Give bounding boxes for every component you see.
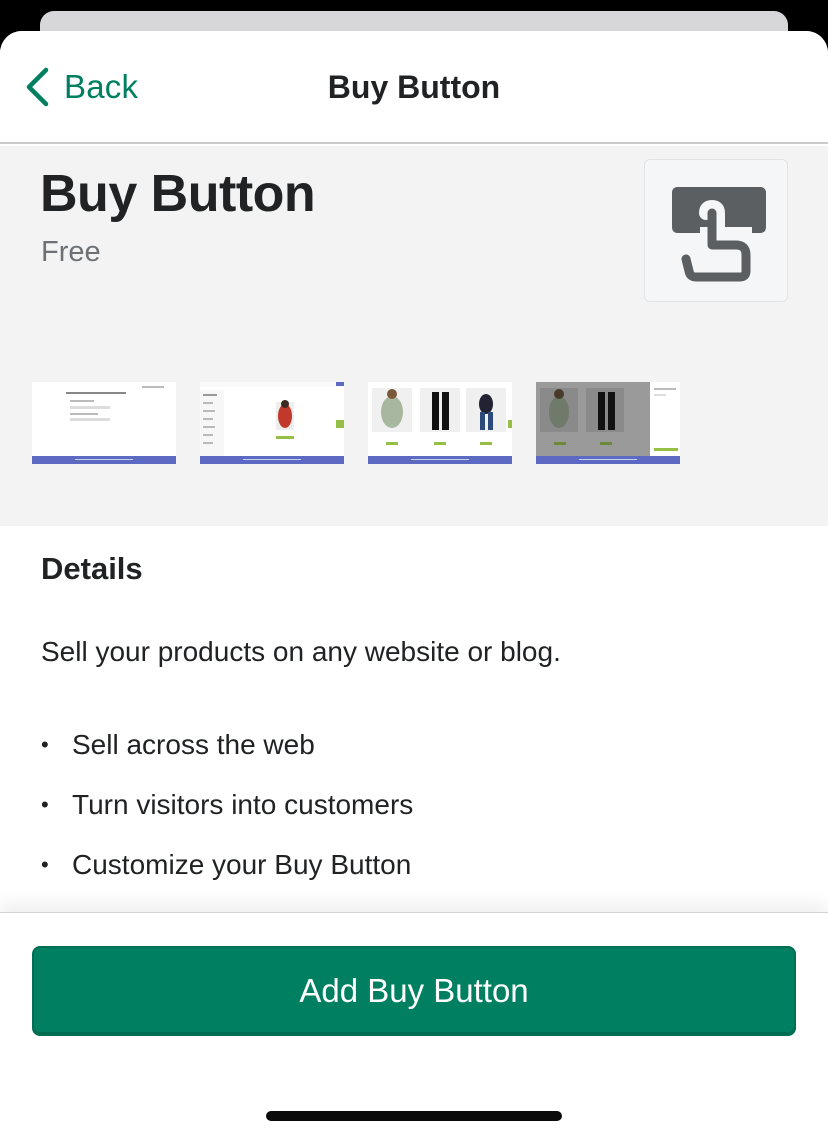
screenshot-caption-bar <box>32 456 176 464</box>
bullet-icon: • <box>41 732 49 757</box>
feature-text: Turn visitors into customers <box>72 789 414 820</box>
screenshot-caption-bar <box>368 456 512 464</box>
screenshot-image <box>536 382 680 464</box>
home-indicator[interactable] <box>266 1111 562 1121</box>
bullet-icon: • <box>41 792 49 817</box>
screenshot-caption-bar <box>536 456 680 464</box>
details-description: Sell your products on any website or blo… <box>41 636 561 667</box>
details-heading: Details <box>41 551 143 586</box>
app-header: Buy Button Free <box>0 146 828 526</box>
feature-text: Customize your Buy Button <box>72 849 412 880</box>
page-title: Buy Button <box>327 69 501 105</box>
feature-list: • Sell across the web • Turn visitors into… <box>41 715 413 895</box>
screenshot-thumbnail[interactable] <box>32 382 176 464</box>
screenshot-thumbnail[interactable] <box>368 382 512 464</box>
app-detail-sheet: Back Buy Button Buy Button Free Details … <box>0 31 828 1138</box>
list-item: • Turn visitors into customers <box>41 775 413 835</box>
screenshot-thumbnail[interactable] <box>200 382 344 464</box>
screenshot-image <box>200 382 344 464</box>
app-name: Buy Button <box>40 165 316 223</box>
app-price: Free <box>41 236 101 268</box>
navigation-bar: Back Buy Button <box>0 31 828 144</box>
list-item: • Sell across the web <box>41 715 413 775</box>
screenshot-image <box>32 382 176 464</box>
screenshot-caption-bar <box>200 456 344 464</box>
app-icon <box>644 159 788 302</box>
tap-finger-icon <box>672 186 766 283</box>
screenshot-image <box>368 382 512 464</box>
bullet-icon: • <box>41 852 49 877</box>
screenshot-thumbnail[interactable] <box>536 382 680 464</box>
action-footer: Add Buy Button <box>0 912 828 1138</box>
feature-text: Sell across the web <box>72 729 315 760</box>
add-app-button[interactable]: Add Buy Button <box>32 946 796 1036</box>
list-item: • Customize your Buy Button <box>41 835 413 895</box>
